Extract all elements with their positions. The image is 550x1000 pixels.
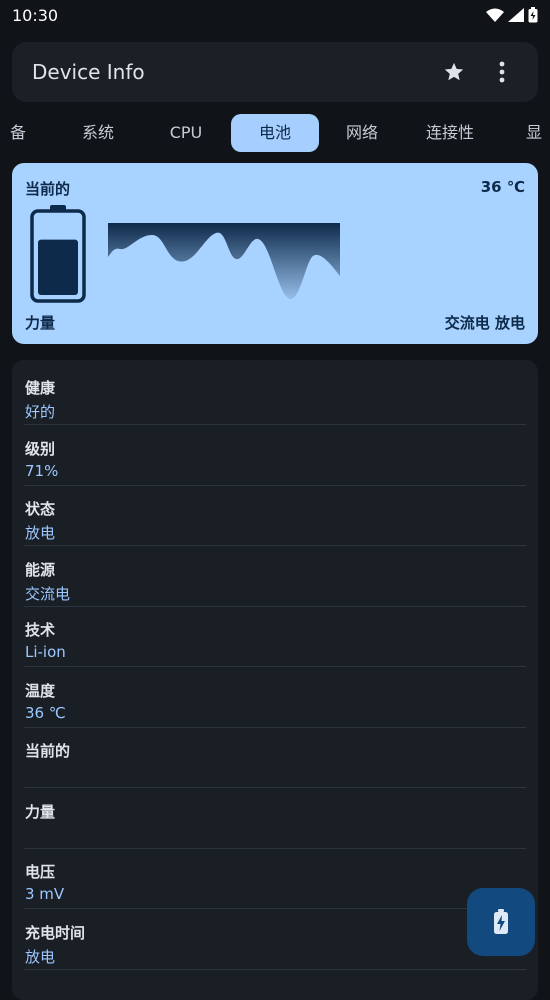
row-value: 交流电	[25, 585, 71, 603]
info-row-power: 力量	[24, 789, 526, 849]
signal-icon	[508, 8, 524, 22]
row-label: 力量	[25, 803, 56, 821]
info-row-level: 级别 71%	[24, 426, 526, 486]
tab-display[interactable]: 显	[514, 114, 550, 152]
wifi-icon	[486, 8, 504, 22]
battery-info-list: 健康 好的 级别 71% 状态 放电 能源 交流电 技术 Li-ion 温度 3…	[12, 360, 538, 1000]
row-label: 状态	[25, 500, 56, 518]
source-status-label: 交流电 放电	[444, 314, 525, 332]
info-row-health: 健康 好的	[24, 365, 526, 425]
row-label: 技术	[25, 621, 56, 639]
tab-bar: 备 系统 CPU 电池 网络 连接性 显	[0, 113, 550, 155]
tab-cpu[interactable]: CPU	[150, 114, 222, 152]
app-bar: Device Info	[12, 42, 538, 102]
row-value: 71%	[25, 462, 59, 480]
info-row-power-source: 能源 交流电	[24, 547, 526, 607]
row-label: 能源	[25, 561, 56, 579]
row-label: 当前的	[25, 742, 71, 760]
tab-connectivity[interactable]: 连接性	[414, 114, 486, 152]
info-row-voltage: 电压 3 mV	[24, 849, 526, 909]
temperature-readout: 36 ℃	[480, 178, 525, 196]
status-time: 10:30	[12, 5, 59, 25]
row-value: Li-ion	[25, 643, 66, 661]
info-row-temperature: 温度 36 ℃	[24, 668, 526, 728]
battery-level-icon	[30, 205, 86, 303]
row-value: 36 ℃	[25, 704, 66, 722]
battery-charging-icon	[528, 7, 538, 23]
info-row-technology: 技术 Li-ion	[24, 607, 526, 667]
info-row-status: 状态 放电	[24, 486, 526, 546]
row-value: 放电	[25, 948, 56, 966]
tab-battery[interactable]: 电池	[231, 114, 319, 152]
info-row-charge-time: 充电时间 放电	[24, 910, 526, 970]
battery-history-graph	[108, 223, 340, 300]
current-label: 当前的	[25, 180, 71, 198]
app-title: Device Info	[32, 60, 145, 84]
battery-summary-card: 当前的 36 ℃ 力量 交流电 放电	[12, 163, 538, 344]
row-label: 温度	[25, 682, 56, 700]
tab-device[interactable]: 备	[0, 114, 38, 152]
tab-network[interactable]: 网络	[326, 114, 398, 152]
status-bar: 10:30	[0, 0, 550, 30]
status-icons	[486, 7, 538, 23]
row-value: 3 mV	[25, 885, 65, 903]
favorite-button[interactable]	[436, 54, 472, 90]
power-label: 力量	[25, 314, 56, 332]
more-vert-icon	[499, 61, 505, 83]
row-value: 好的	[25, 403, 56, 421]
row-label: 充电时间	[25, 924, 86, 942]
row-label: 健康	[25, 379, 56, 397]
row-label: 级别	[25, 440, 56, 458]
battery-fab-button[interactable]	[467, 888, 535, 956]
star-icon	[444, 62, 464, 81]
row-value: 放电	[25, 524, 56, 542]
info-row-current: 当前的	[24, 728, 526, 788]
battery-charging-icon	[494, 909, 508, 934]
row-label: 电压	[25, 863, 56, 881]
tab-system[interactable]: 系统	[62, 114, 134, 152]
battery-level-fill	[38, 239, 78, 295]
more-options-button[interactable]	[484, 54, 520, 90]
